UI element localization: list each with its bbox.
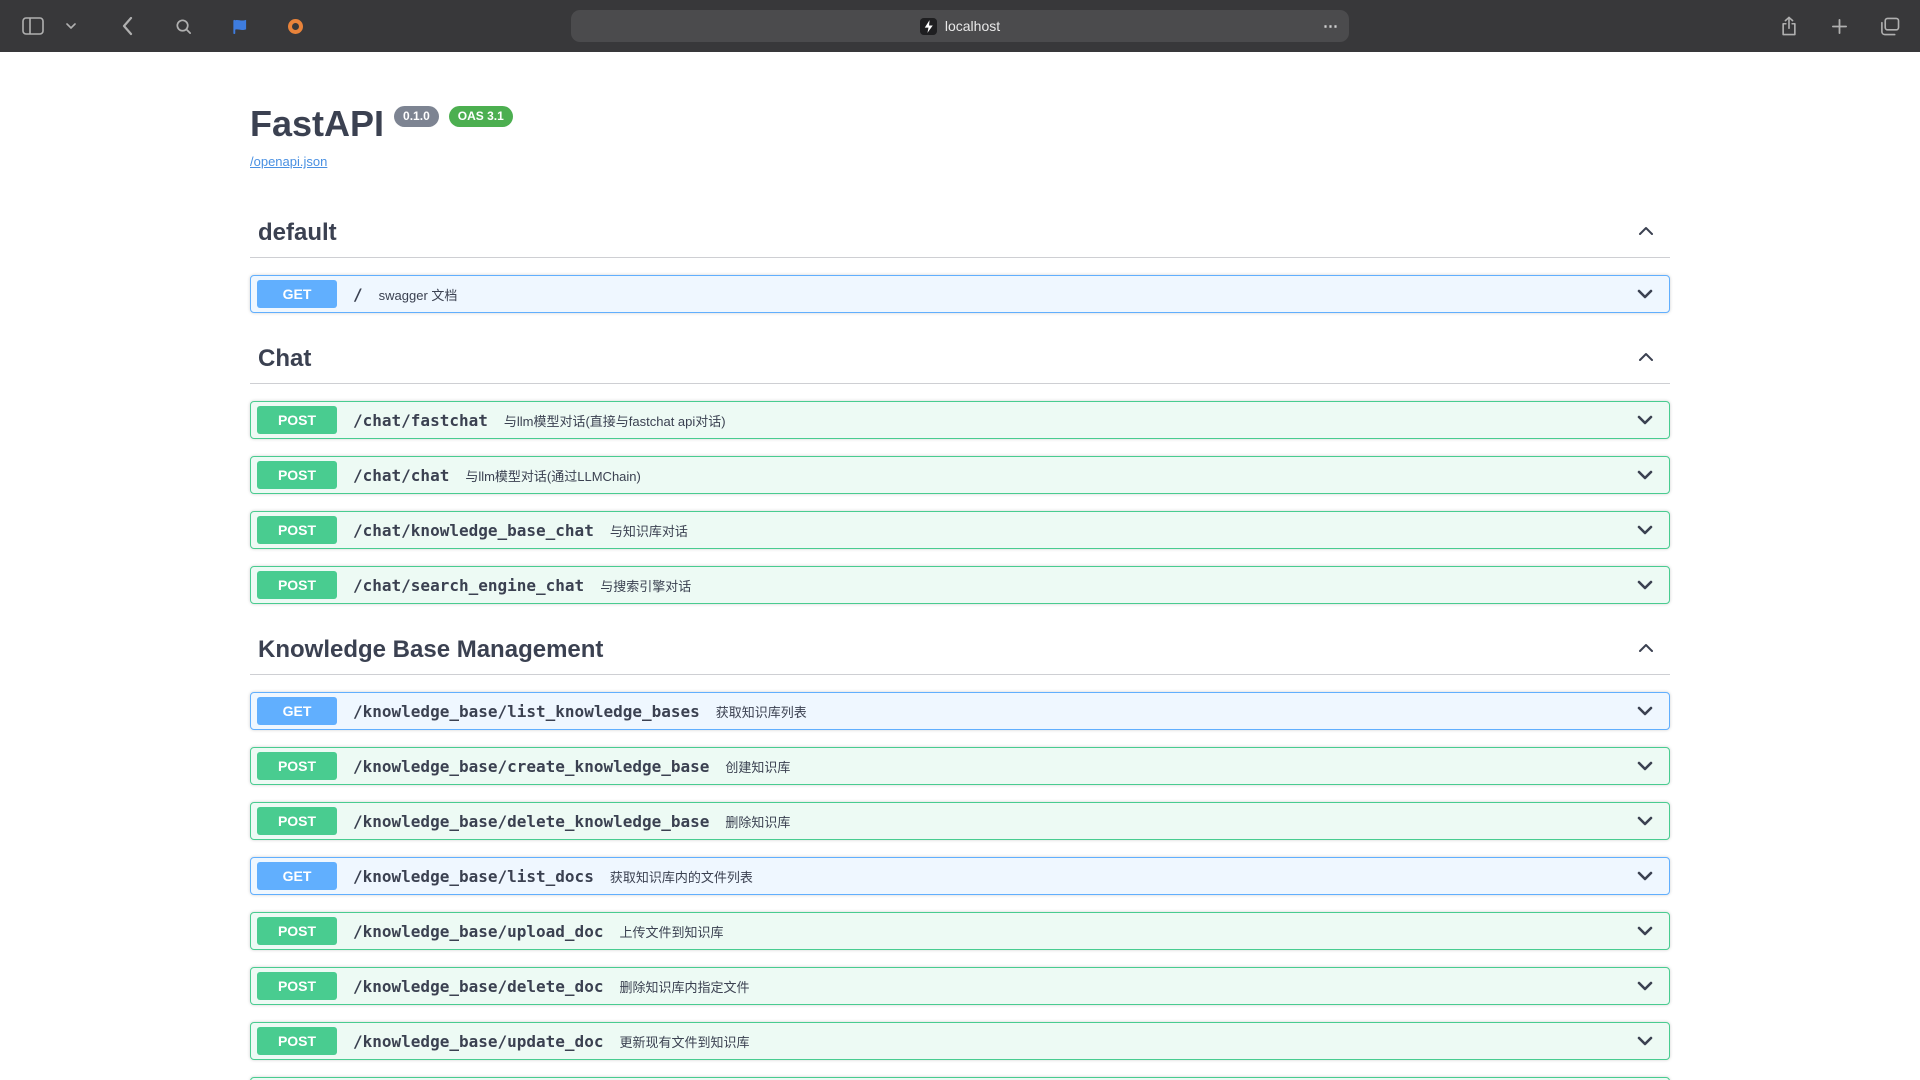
chevron-down-icon <box>1635 921 1655 941</box>
endpoint-summary: 删除知识库内指定文件 <box>619 977 1635 996</box>
section-header[interactable]: Chat <box>250 339 1670 384</box>
endpoint-path: /knowledge_base/update_doc <box>353 1032 603 1051</box>
endpoint-summary: 与llm模型对话(通过LLMChain) <box>465 466 1635 485</box>
chevron-down-icon <box>1635 866 1655 886</box>
endpoint-path: /chat/search_engine_chat <box>353 576 584 595</box>
endpoint-row[interactable]: GET /knowledge_base/list_docs 获取知识库内的文件列… <box>250 857 1670 895</box>
section-header[interactable]: Knowledge Base Management <box>250 630 1670 675</box>
sidebar-chevron-icon[interactable] <box>56 9 86 43</box>
method-badge: GET <box>257 697 337 725</box>
endpoint-path: /knowledge_base/upload_doc <box>353 922 603 941</box>
api-info: FastAPI 0.1.0 OAS 3.1 /openapi.json <box>250 52 1670 171</box>
method-badge: POST <box>257 406 337 434</box>
method-badge: POST <box>257 461 337 489</box>
endpoint-path: /knowledge_base/list_knowledge_bases <box>353 702 700 721</box>
search-icon[interactable] <box>168 9 198 43</box>
chevron-up-icon <box>1636 638 1656 663</box>
version-badge: 0.1.0 <box>394 106 439 127</box>
url-bar[interactable]: localhost ⋯ <box>571 10 1349 42</box>
section-title: Chat <box>258 345 311 373</box>
endpoint-row[interactable]: POST /chat/knowledge_base_chat 与知识库对话 <box>250 511 1670 549</box>
method-badge: POST <box>257 807 337 835</box>
method-badge: GET <box>257 280 337 308</box>
sidebar-toggle-button[interactable] <box>18 9 48 43</box>
swagger-page: FastAPI 0.1.0 OAS 3.1 /openapi.json defa… <box>250 52 1670 1080</box>
endpoint-row[interactable]: GET /knowledge_base/list_knowledge_bases… <box>250 692 1670 730</box>
pinned-tab-2-icon[interactable] <box>280 9 310 43</box>
endpoint-row[interactable]: POST /chat/fastchat 与llm模型对话(直接与fastchat… <box>250 401 1670 439</box>
endpoint-row[interactable]: POST /chat/chat 与llm模型对话(通过LLMChain) <box>250 456 1670 494</box>
chevron-down-icon <box>1635 410 1655 430</box>
chevron-down-icon <box>1635 1031 1655 1051</box>
endpoint-summary: 上传文件到知识库 <box>619 922 1635 941</box>
endpoint-row[interactable]: POST /knowledge_base/create_knowledge_ba… <box>250 747 1670 785</box>
back-button[interactable] <box>112 9 142 43</box>
endpoint-path: /chat/knowledge_base_chat <box>353 521 594 540</box>
method-badge: POST <box>257 752 337 780</box>
endpoint-row[interactable]: POST /knowledge_base/delete_knowledge_ba… <box>250 802 1670 840</box>
endpoint-summary: 更新现有文件到知识库 <box>619 1032 1635 1051</box>
chevron-up-icon <box>1636 347 1656 372</box>
site-favicon-icon <box>920 18 937 35</box>
endpoint-summary: 获取知识库内的文件列表 <box>610 867 1635 886</box>
chevron-up-icon <box>1636 221 1656 246</box>
page-settings-icon[interactable]: ⋯ <box>1321 16 1341 36</box>
endpoint-row[interactable]: POST /chat/search_engine_chat 与搜索引擎对话 <box>250 566 1670 604</box>
endpoint-row[interactable]: POST /knowledge_base/delete_doc 删除知识库内指定… <box>250 967 1670 1005</box>
chevron-down-icon <box>1635 520 1655 540</box>
endpoint-row[interactable]: GET / swagger 文档 <box>250 275 1670 313</box>
endpoint-path: /knowledge_base/create_knowledge_base <box>353 757 709 776</box>
endpoint-path: / <box>353 285 363 304</box>
endpoint-summary: 与知识库对话 <box>610 521 1635 540</box>
tab-overview-icon[interactable] <box>1874 9 1904 43</box>
endpoint-summary: 与llm模型对话(直接与fastchat api对话) <box>504 411 1635 430</box>
chevron-down-icon <box>1635 756 1655 776</box>
pinned-tab-1-icon[interactable] <box>224 9 254 43</box>
browser-toolbar: localhost ⋯ <box>0 0 1920 52</box>
method-badge: POST <box>257 516 337 544</box>
openapi-link[interactable]: /openapi.json <box>250 154 327 169</box>
api-title-text: FastAPI <box>250 102 384 146</box>
method-badge: GET <box>257 862 337 890</box>
endpoint-row[interactable]: POST /knowledge_base/upload_doc 上传文件到知识库 <box>250 912 1670 950</box>
oas-badge: OAS 3.1 <box>449 106 513 127</box>
url-text: localhost <box>945 18 1000 34</box>
endpoint-path: /knowledge_base/delete_knowledge_base <box>353 812 709 831</box>
chevron-down-icon <box>1635 465 1655 485</box>
tag-section-default: default GET / swagger 文档 <box>250 213 1670 313</box>
new-tab-icon[interactable] <box>1824 9 1854 43</box>
method-badge: POST <box>257 571 337 599</box>
endpoint-summary: 创建知识库 <box>725 757 1635 776</box>
endpoint-path: /chat/chat <box>353 466 449 485</box>
section-title: Knowledge Base Management <box>258 636 603 664</box>
endpoint-summary: 删除知识库 <box>725 812 1635 831</box>
share-icon[interactable] <box>1774 9 1804 43</box>
endpoint-summary: 与搜索引擎对话 <box>600 576 1635 595</box>
endpoint-path: /chat/fastchat <box>353 411 488 430</box>
endpoint-row[interactable]: POST /knowledge_base/update_doc 更新现有文件到知… <box>250 1022 1670 1060</box>
tag-section-knowledge-base: Knowledge Base Management GET /knowledge… <box>250 630 1670 1080</box>
section-title: default <box>258 219 337 247</box>
chevron-down-icon <box>1635 284 1655 304</box>
page-title: FastAPI 0.1.0 OAS 3.1 <box>250 102 1670 146</box>
chevron-down-icon <box>1635 811 1655 831</box>
endpoint-path: /knowledge_base/delete_doc <box>353 977 603 996</box>
endpoint-path: /knowledge_base/list_docs <box>353 867 594 886</box>
method-badge: POST <box>257 917 337 945</box>
method-badge: POST <box>257 972 337 1000</box>
method-badge: POST <box>257 1027 337 1055</box>
tag-section-chat: Chat POST /chat/fastchat 与llm模型对话(直接与fas… <box>250 339 1670 604</box>
chevron-down-icon <box>1635 976 1655 996</box>
section-header[interactable]: default <box>250 213 1670 258</box>
chevron-down-icon <box>1635 575 1655 595</box>
endpoint-summary: 获取知识库列表 <box>716 702 1635 721</box>
endpoint-summary: swagger 文档 <box>379 285 1635 304</box>
chevron-down-icon <box>1635 701 1655 721</box>
